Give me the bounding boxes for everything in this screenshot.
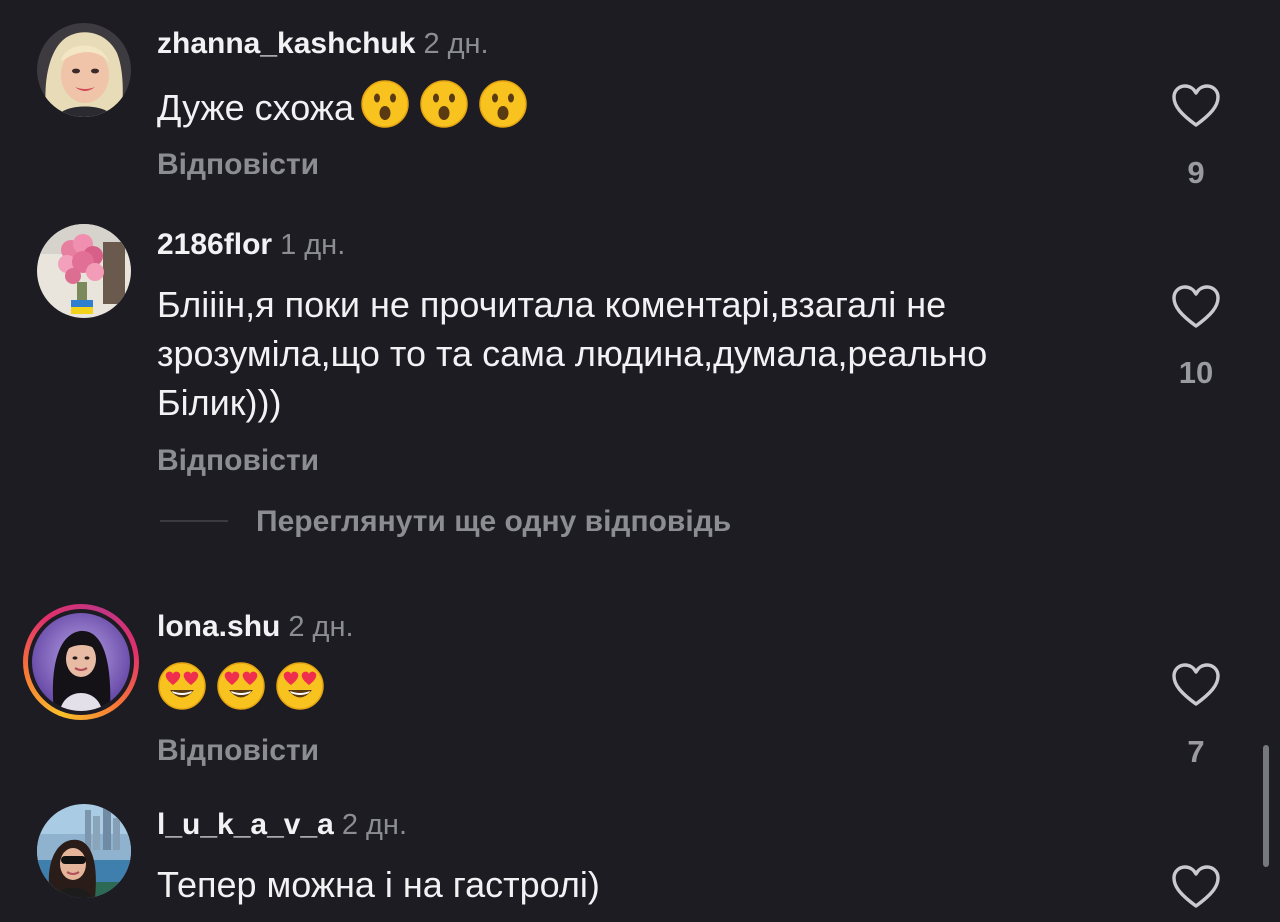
comment-meta: 2186flor 1 дн. [157,228,345,262]
view-more-replies-label[interactable]: Переглянути ще одну відповідь [256,505,731,539]
like-button[interactable] [1166,83,1226,134]
scrollbar[interactable] [1263,745,1269,867]
heart-eyes-emoji [157,661,207,711]
avatar[interactable] [37,224,131,318]
heart-icon [1171,83,1221,129]
comment-text-content: Дуже схожа [157,87,354,128]
comment-meta: lona.shu 2 дн. [157,610,354,644]
username[interactable]: zhanna_kashchuk [157,27,415,60]
heart-eyes-emoji [275,661,325,711]
username[interactable]: l_u_k_a_v_a [157,808,334,841]
timestamp: 1 дн. [280,229,346,261]
timestamp: 2 дн. [341,809,408,841]
comment-text [157,661,1077,714]
heart-eyes-emoji [216,661,266,711]
heart-icon [1171,864,1221,910]
timestamp: 2 дн. [288,611,354,643]
comment-text: Дуже схожа [157,79,1077,132]
username[interactable]: lona.shu [157,610,280,643]
comment-text: Бліiін,я поки не прочитала коментарі,вза… [157,284,988,423]
like-count: 9 [1187,155,1205,190]
divider [160,520,228,522]
reply-button[interactable]: Відповісти [157,148,319,182]
heart-icon [1171,284,1221,330]
story-ring[interactable] [23,604,139,720]
timestamp: 2 дн. [423,28,489,60]
like-button[interactable] [1166,864,1226,915]
reply-button[interactable]: Відповісти [157,444,319,478]
like-count: 7 [1187,734,1205,769]
heart-icon [1171,662,1221,708]
hushed-face-emoji [419,79,469,129]
avatar[interactable] [32,613,130,711]
reply-button[interactable]: Відповісти [157,734,319,768]
comment-meta: zhanna_kashchuk 2 дн. [157,27,489,61]
like-count: 10 [1178,355,1214,390]
avatar[interactable] [37,23,131,117]
hushed-face-emoji [478,79,528,129]
hushed-face-emoji [360,79,410,129]
like-button[interactable] [1166,662,1226,713]
username[interactable]: 2186flor [157,228,272,261]
comment-meta: l_u_k_a_v_a 2 дн. [157,808,407,842]
avatar[interactable] [37,804,131,898]
like-button[interactable] [1166,284,1226,335]
comment-text: Тепер можна і на гастролі) [157,864,600,905]
